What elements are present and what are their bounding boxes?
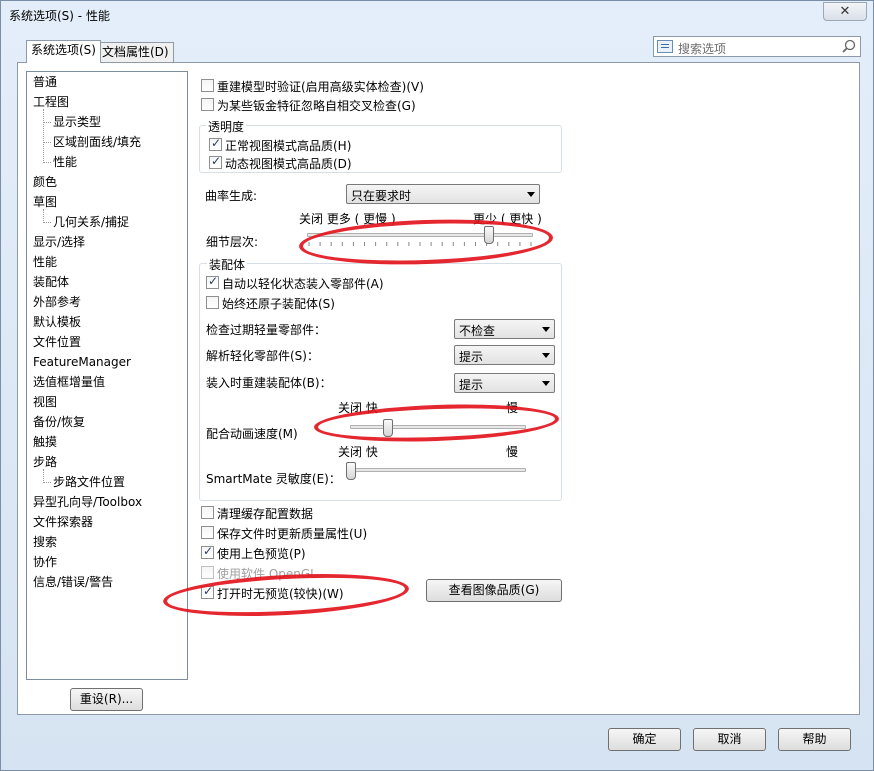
ignore-sheetmetal-checkbox[interactable] [201,98,214,111]
tree-connector [43,482,51,483]
search-list-icon [657,40,673,53]
smartmate-slider-thumb[interactable] [346,462,356,480]
mate-anim-label: 配合动画速度(M) [206,427,298,441]
tree-item[interactable]: 文件探索器 [33,513,93,531]
rebuild-on-load-label: 装入时重建装配体(B)： [206,376,332,390]
tree-item[interactable]: 搜索 [33,533,57,551]
tree-item[interactable]: 区域剖面线/填充 [53,133,141,151]
curvature-label: 曲率生成: [205,189,258,203]
options-tree[interactable]: 普通 工程图 显示类型 区域剖面线/填充 性能 颜色 草图 几何关系/捕捉 显示/选择 性能 装配体… [26,71,188,680]
tree-item[interactable]: 异型孔向导/Toolbox [33,493,142,511]
tree-connector [43,109,44,163]
tree-item[interactable]: 草图 [33,193,57,211]
tree-item[interactable]: 显示/选择 [33,233,85,251]
reset-button[interactable]: 重设(R)... [70,688,143,711]
tree-item[interactable]: 颜色 [33,173,57,191]
smartmate-fast-label: 关闭 快 [338,445,378,459]
tree-item[interactable]: 步路文件位置 [53,473,125,491]
tree-item[interactable]: 触摸 [33,433,57,451]
curvature-value: 只在要求时 [351,189,412,203]
software-opengl-checkbox[interactable] [201,566,214,579]
check-outdated-label: 检查过期轻量零部件： [206,323,327,337]
transparency-title: 透明度 [206,118,247,135]
tree-item[interactable]: 备份/恢复 [33,413,85,431]
auto-lightweight-checkbox[interactable] [206,274,219,289]
purge-cache-checkbox[interactable] [201,506,214,519]
title-bar: 系统选项(S) - 性能 ✕ [1,1,873,29]
help-button[interactable]: 帮助 [778,728,851,751]
shaded-preview-checkbox[interactable] [201,544,214,559]
ignore-sheetmetal-label: 为某些钣金特征忽略自相交叉检查(G) [217,99,416,113]
tree-item[interactable]: 装配体 [33,273,69,291]
view-image-quality-button[interactable]: 查看图像品质(G) [426,579,562,602]
auto-lightweight-label: 自动以轻化状态装入零部件(A) [222,277,384,291]
check-outdated-value: 不检查 [459,324,496,338]
magnifier-icon[interactable] [842,39,856,53]
tree-connector [43,222,51,223]
assembly-title: 装配体 [207,256,248,273]
tab-document-properties[interactable]: 文档属性(D) [97,42,174,62]
resolve-lightweight-label: 解析轻化零部件(S)： [206,349,319,363]
tree-item[interactable]: 视图 [33,393,57,411]
tree-item[interactable]: 外部参考 [33,293,81,311]
tree-item[interactable]: 工程图 [33,93,69,111]
smartmate-label: SmartMate 灵敏度(E)： [206,472,341,486]
search-options-field[interactable]: 搜索选项 [653,36,861,57]
tree-item[interactable]: 普通 [33,73,57,91]
purge-cache-label: 清理缓存配置数据 [217,507,314,521]
close-button[interactable]: ✕ [823,2,867,21]
tree-item[interactable]: 显示类型 [53,113,101,131]
normal-view-hq-label: 正常视图模式高品质(H) [225,139,352,153]
system-options-dialog: 系统选项(S) - 性能 ✕ 系统选项(S) 文档属性(D) 搜索选项 普通工程… [0,0,874,771]
tree-item[interactable]: 几何关系/捕捉 [53,213,129,231]
cancel-button[interactable]: 取消 [693,728,766,751]
lod-label: 细节层次: [206,235,259,249]
always-resolve-checkbox[interactable] [206,296,219,309]
tree-item[interactable]: 步路 [33,453,57,471]
rebuild-on-load-value: 提示 [459,378,484,392]
search-placeholder: 搜索选项 [678,42,727,56]
dynamic-view-hq-label: 动态视图模式高品质(D) [225,157,352,171]
tree-connector [43,209,44,223]
smartmate-slow-label: 慢 [506,445,519,459]
tree-item[interactable]: 信息/错误/警告 [33,573,113,591]
window-title: 系统选项(S) - 性能 [9,9,110,23]
smartmate-slider-track[interactable] [350,468,526,472]
chevron-down-icon [527,192,535,197]
shaded-preview-label: 使用上色预览(P) [217,547,306,561]
tree-connector [43,122,51,123]
chevron-down-icon [542,353,550,358]
tree-item[interactable]: 默认模板 [33,313,81,331]
dynamic-view-hq-checkbox[interactable] [209,154,222,169]
curvature-select[interactable]: 只在要求时 [346,184,540,204]
tree-connector [43,142,51,143]
tree-item[interactable]: 性能 [53,153,77,171]
tree-item[interactable]: 性能 [33,253,57,271]
rebuild-verify-label: 重建模型时验证(启用高级实体检查)(V) [217,80,424,94]
tab-system-options[interactable]: 系统选项(S) [26,40,101,63]
resolve-lightweight-select[interactable]: 提示 [454,345,555,365]
rebuild-verify-checkbox[interactable] [201,79,214,92]
tree-item[interactable]: 协作 [33,553,57,571]
chevron-down-icon [542,381,550,386]
rebuild-on-load-select[interactable]: 提示 [454,373,555,393]
normal-view-hq-checkbox[interactable] [209,136,222,151]
tree-item[interactable]: 文件位置 [33,333,81,351]
chevron-down-icon [542,327,550,332]
ok-button[interactable]: 确定 [608,728,681,751]
tree-item[interactable]: 选值框增量值 [33,373,105,391]
check-outdated-select[interactable]: 不检查 [454,319,555,339]
tree-item[interactable]: FeatureManager [33,353,131,371]
tree-connector [43,469,44,483]
always-resolve-label: 始终还原子装配体(S) [222,297,335,311]
tree-connector [43,162,51,163]
resolve-lightweight-value: 提示 [459,350,484,364]
update-mass-props-label: 保存文件时更新质量属性(U) [217,527,368,541]
update-mass-props-checkbox[interactable] [201,526,214,539]
